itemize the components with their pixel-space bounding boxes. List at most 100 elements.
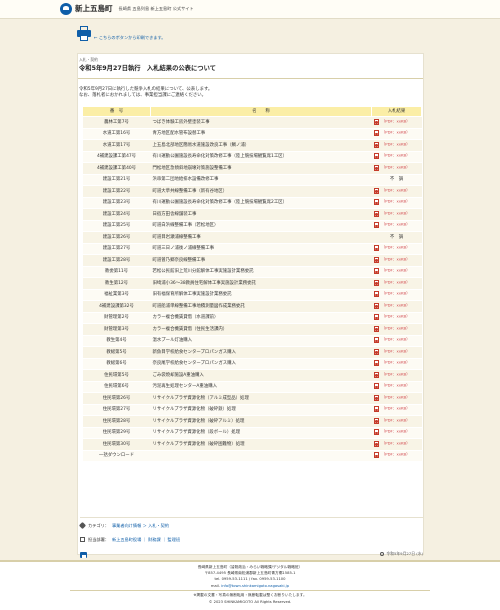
footer-divider	[70, 590, 430, 592]
pdf-icon[interactable]	[373, 325, 379, 332]
row-name: リサイクルプラザ資源化物（破砕鉄）処理	[150, 404, 372, 416]
row-name: 有川運動公園施設長寿命化対策改修工事（陸上競技場観覧席2工区）	[150, 197, 372, 209]
pdf-icon[interactable]	[373, 279, 379, 286]
row-name: 青方地区配水管布設替工事	[150, 128, 372, 140]
row-name: 日宿方田舎線舗装工事	[150, 208, 372, 221]
pdf-download-link[interactable]: （PDF：xxKB）	[382, 256, 410, 262]
pdf-icon[interactable]	[373, 268, 379, 275]
pdf-download-link[interactable]: （PDF：xxKB）	[382, 383, 410, 388]
pdf-download-link[interactable]: （PDF：xxKB）	[382, 302, 410, 308]
row-name: 浜串第二団地給排水設備改修工事	[150, 174, 372, 186]
row-name: リサイクルプラザ資源化物（アルミ成型品）処理	[150, 392, 372, 405]
row-name: 町道大草共線整備工事（新有谷地区）	[150, 185, 372, 198]
pdf-icon[interactable]	[373, 371, 379, 378]
pdf-download-link[interactable]: （PDF：xxKB）	[382, 268, 410, 273]
pdf-download-link[interactable]: （PDF：xxKB）	[382, 394, 410, 400]
row-result: （PDF：xxKB）	[371, 185, 422, 198]
pdf-download-link[interactable]: （PDF：xxKB）	[382, 417, 410, 423]
pdf-icon[interactable]	[373, 406, 379, 413]
table-row: 建設工第27号 町道三日ノ浦後ノ浦線整備工事 （PDF：xxKB）	[82, 243, 422, 255]
pdf-icon[interactable]	[373, 130, 379, 137]
table-row: 住民環第29号 リサイクルプラザ資源化物（段ボール）処理 （PDF：xxKB）	[82, 427, 422, 439]
pdf-download-link[interactable]: （PDF：xxKB）	[382, 164, 410, 170]
row-name: カラー複合機賃貸借（住民生活課内）	[150, 323, 372, 336]
pdf-icon[interactable]	[373, 348, 379, 355]
row-result: （PDF：xxKB）	[371, 277, 422, 290]
pdf-icon[interactable]	[373, 440, 379, 447]
pdf-download-link[interactable]: （PDF：xxKB）	[382, 314, 410, 319]
pdf-icon[interactable]	[373, 383, 379, 390]
pdf-download-link[interactable]: （PDF：xxKB）	[382, 279, 410, 285]
pdf-download-link[interactable]: （PDF：xxKB）	[382, 153, 410, 158]
pdf-icon[interactable]	[373, 394, 379, 401]
clock-icon	[380, 552, 385, 557]
footer-phone: tel. 0959-53-1111 / fax. 0959-53-1100	[214, 577, 286, 582]
footer-address: 〒857-4495 長崎県南松浦郡新上五島町青方郷1585-1	[204, 571, 296, 576]
department-links[interactable]: 新上五島町役場 ｜ 財務課 ｜ 監理班	[112, 537, 180, 542]
pdf-download-link[interactable]: （PDF：xxKB）	[382, 291, 410, 296]
pdf-download-link[interactable]: （PDF：xxKB）	[382, 371, 410, 377]
table-row: 財管理第3号 カラー複合機賃貸借（住民生活課内） （PDF：xxKB）	[82, 323, 422, 336]
pdf-icon[interactable]	[373, 164, 379, 171]
site-logo-text[interactable]: 新上五島町	[75, 4, 113, 13]
row-number: 財管理第2号	[82, 312, 151, 324]
pdf-download-link[interactable]: （PDF：xxKB）	[382, 337, 410, 342]
row-number: 水道工第16号	[82, 128, 151, 140]
tag-icon	[78, 522, 87, 530]
pdf-icon[interactable]	[373, 153, 379, 160]
pdf-download-link[interactable]: （PDF：xxKB）	[382, 440, 410, 446]
pdf-download-link[interactable]: （PDF：xxKB）	[382, 141, 410, 147]
table-row: 建設工第24号 日宿方田舎線舗装工事 （PDF：xxKB）	[82, 208, 422, 221]
table-row: 住民環第26号 リサイクルプラザ資源化物（アルミ成型品）処理 （PDF：xxKB）	[82, 392, 422, 405]
pdf-icon[interactable]	[373, 187, 379, 194]
pdf-icon[interactable]	[373, 141, 379, 148]
row-name: 奈良尾学校給食センタープロパンガス購入	[150, 358, 372, 370]
pdf-icon[interactable]	[373, 417, 379, 424]
print-button-icon[interactable]	[80, 551, 87, 558]
row-result: （PDF：xxKB）	[371, 128, 422, 140]
pdf-download-link[interactable]: （PDF：xxKB）	[382, 325, 410, 331]
pdf-download-link[interactable]: （PDF：xxKB）	[382, 429, 410, 434]
pdf-icon[interactable]	[373, 210, 379, 217]
article-meta: カテゴリ： 事業者向け情報 ＞ 入札・契約 担当部署： 新上五島町役場 ｜ 財務…	[78, 517, 423, 558]
department-label: 担当部署：	[88, 537, 109, 543]
pdf-icon[interactable]	[373, 199, 379, 206]
article-intro: 令和5年9月27日に執行した競争入札の結果について、公表します。 なお、落札者に…	[79, 87, 423, 99]
pdf-icon[interactable]	[373, 452, 379, 459]
row-number: 建設工第24号	[82, 208, 151, 221]
pdf-download-link[interactable]: （PDF：xxKB）	[382, 222, 410, 227]
pdf-icon[interactable]	[373, 314, 379, 321]
pdf-icon[interactable]	[373, 222, 379, 229]
row-name: 新魚目学校給食センタープロパンガス購入	[150, 346, 372, 359]
pdf-download-link[interactable]: （PDF：xxKB）	[382, 210, 410, 216]
pdf-download-link[interactable]: （PDF：xxKB）	[382, 452, 410, 457]
row-number: 教生第12号	[82, 277, 151, 290]
pdf-download-link[interactable]: （PDF：xxKB）	[382, 348, 410, 354]
pdf-download-link[interactable]: （PDF：xxKB）	[382, 406, 410, 411]
pdf-download-link[interactable]: （PDF：xxKB）	[382, 360, 410, 365]
town-logo-icon[interactable]	[60, 3, 72, 15]
updated-date: 令和5年9月27日 (水)	[380, 551, 423, 557]
pdf-icon[interactable]	[373, 256, 379, 263]
table-row: 教生第4号 温水プール灯油購入 （PDF：xxKB）	[82, 335, 422, 347]
printer-icon[interactable]	[77, 26, 91, 41]
category-links[interactable]: 事業者向け情報 ＞ 入札・契約	[112, 523, 169, 528]
footer-mail-link[interactable]: info@town.shinkamigoto.nagasaki.jp	[221, 584, 289, 588]
pdf-download-link[interactable]: （PDF：xxKB）	[382, 130, 410, 135]
pdf-download-link[interactable]: （PDF：xxKB）	[382, 199, 410, 204]
print-note: ← こちらのボタンから印刷できます。	[94, 34, 166, 40]
pdf-download-link[interactable]: （PDF：xxKB）	[382, 187, 410, 193]
row-result: （PDF：xxKB）	[371, 369, 422, 382]
pdf-download-link[interactable]: （PDF：xxKB）	[382, 245, 410, 250]
pdf-icon[interactable]	[373, 245, 379, 252]
pdf-icon[interactable]	[373, 291, 379, 298]
pdf-download-link[interactable]: （PDF：xxKB）	[382, 118, 410, 124]
pdf-icon[interactable]	[373, 337, 379, 344]
row-name: ごみ袋焼却施設A重油購入	[150, 369, 372, 382]
pdf-icon[interactable]	[373, 118, 379, 125]
pdf-icon[interactable]	[373, 429, 379, 436]
row-number: 建設工第21号	[82, 174, 151, 186]
row-result: （PDF：xxKB）	[371, 323, 422, 336]
pdf-icon[interactable]	[373, 302, 379, 309]
pdf-icon[interactable]	[373, 360, 379, 367]
